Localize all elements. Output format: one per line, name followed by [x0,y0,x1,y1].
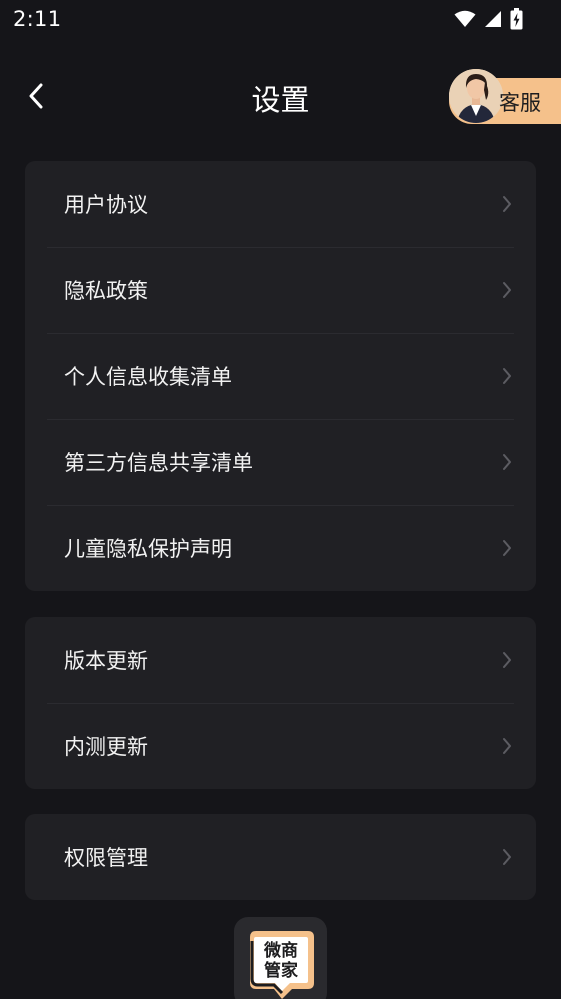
app-logo-text-line1: 微商 [264,941,298,961]
settings-item-label: 隐私政策 [64,279,148,303]
settings-screen: 2:11 设置 客服 用户协议 隐私政策 个人信息收集清单 第三方信息共享清单 … [0,0,561,999]
settings-item-user-agreement[interactable]: 用户协议 [25,161,536,247]
permissions-card: 权限管理 [25,814,536,900]
settings-item-label: 权限管理 [64,846,148,870]
chevron-right-icon [503,652,511,668]
header-bar: 设置 客服 [0,60,561,132]
status-icons [454,8,523,30]
chevron-right-icon [503,282,511,298]
settings-item-third-party-sharing-list[interactable]: 第三方信息共享清单 [25,419,536,505]
battery-charging-icon [510,8,523,30]
chevron-right-icon [503,196,511,212]
status-bar: 2:11 [0,0,561,40]
settings-item-personal-info-list[interactable]: 个人信息收集清单 [25,333,536,419]
chevron-right-icon [503,454,511,470]
chevron-right-icon [503,738,511,754]
chevron-right-icon [503,368,511,384]
chevron-right-icon [503,540,511,556]
settings-item-label: 个人信息收集清单 [64,365,232,389]
cellular-signal-icon [485,11,501,27]
app-logo-text: 微商 管家 [256,941,306,981]
customer-service-button[interactable]: 客服 [449,69,561,124]
app-logo-text-line2: 管家 [264,961,298,981]
wifi-icon [454,10,476,27]
settings-item-children-privacy[interactable]: 儿童隐私保护声明 [25,505,536,591]
customer-service-label: 客服 [499,91,541,115]
app-logo: 微商 管家 [234,917,327,999]
settings-item-label: 用户协议 [64,193,148,217]
status-time: 2:11 [13,7,62,31]
updates-card: 版本更新 内测更新 [25,617,536,789]
settings-item-label: 内测更新 [64,735,148,759]
settings-item-privacy-policy[interactable]: 隐私政策 [25,247,536,333]
settings-item-label: 版本更新 [64,649,148,673]
customer-service-avatar [449,69,503,123]
settings-item-label: 第三方信息共享清单 [64,451,253,475]
settings-item-version-update[interactable]: 版本更新 [25,617,536,703]
settings-item-beta-update[interactable]: 内测更新 [25,703,536,789]
chevron-right-icon [503,849,511,865]
agreements-card: 用户协议 隐私政策 个人信息收集清单 第三方信息共享清单 儿童隐私保护声明 [25,161,536,591]
settings-item-permission-management[interactable]: 权限管理 [25,814,536,900]
settings-item-label: 儿童隐私保护声明 [64,537,232,561]
